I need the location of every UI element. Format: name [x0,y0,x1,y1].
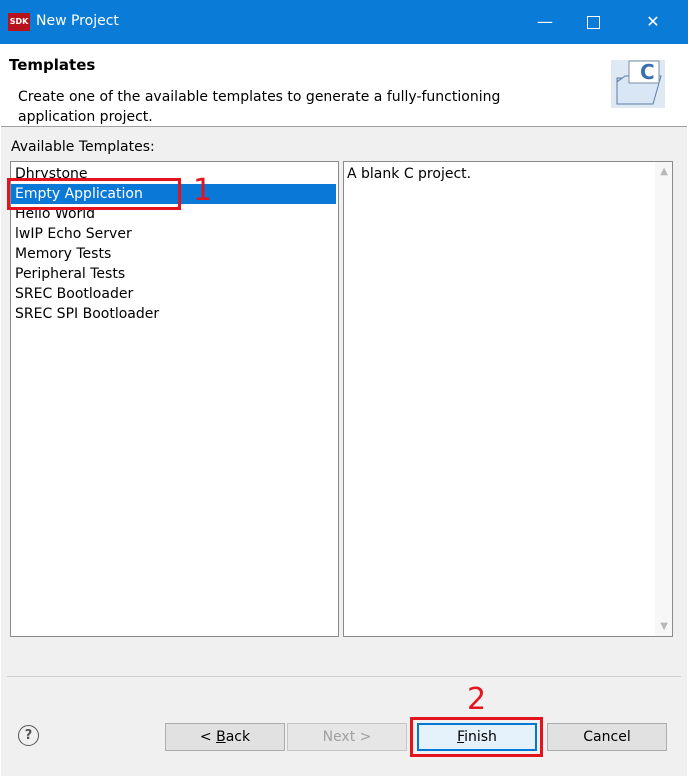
cancel-button[interactable]: Cancel [547,723,667,751]
maximize-button[interactable] [570,0,616,44]
template-description-panel: A blank C project. ▲ ▼ [343,161,673,637]
available-templates-label: Available Templates: [11,139,155,155]
back-prefix: < [199,729,217,745]
next-button[interactable]: Next > [287,723,407,751]
footer-divider [7,676,681,677]
annotation-number-2: 2 [467,682,487,717]
description-scrollbar[interactable]: ▲ ▼ [655,162,672,636]
templates-list[interactable]: Dhrystone Empty Application Hello World … [10,161,339,637]
page-title: Templates [9,56,96,74]
template-description-text: A blank C project. [347,166,472,182]
template-item-srec-bootloader[interactable]: SREC Bootloader [11,284,336,304]
annotation-box-1 [7,178,181,210]
wizard-content: Available Templates: Dhrystone Empty App… [1,127,687,776]
svg-text:C: C [640,60,655,84]
back-label: ack [225,729,251,745]
annotation-box-2 [410,717,543,757]
scroll-down-icon[interactable]: ▼ [660,621,668,632]
template-item-lwip-echo-server[interactable]: lwIP Echo Server [11,224,336,244]
c-folder-icon: C [611,60,665,108]
wizard-header: Templates Create one of the available te… [1,44,687,127]
template-item-memory-tests[interactable]: Memory Tests [11,244,336,264]
annotation-number-1: 1 [193,173,213,208]
window-titlebar: SDK New Project — ✕ [0,0,688,44]
template-item-peripheral-tests[interactable]: Peripheral Tests [11,264,336,284]
window-title: New Project [36,13,119,29]
close-button[interactable]: ✕ [630,0,676,44]
page-description: Create one of the available templates to… [18,89,501,125]
template-item-srec-spi-bootloader[interactable]: SREC SPI Bootloader [11,304,336,324]
minimize-button[interactable]: — [522,0,568,44]
help-icon[interactable]: ? [18,725,39,746]
back-mnemonic: B [216,729,226,745]
maximize-icon [586,16,600,29]
sdk-logo-icon: SDK [8,13,30,31]
back-button[interactable]: < Back [165,723,285,751]
scroll-up-icon[interactable]: ▲ [660,166,668,177]
